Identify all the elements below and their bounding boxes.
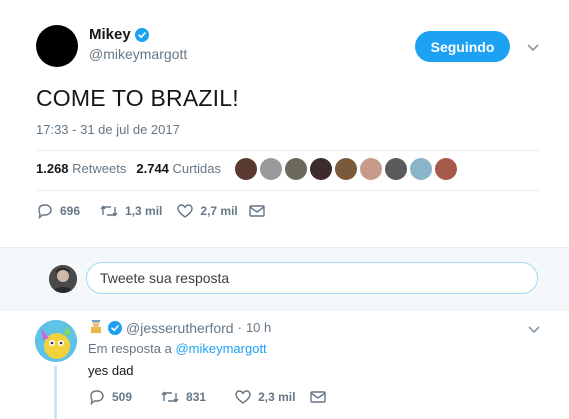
reply-time[interactable]: 10 h <box>246 320 271 335</box>
reply-author-avatar[interactable] <box>35 320 77 362</box>
reply-header: @jesserutherford · 10 h <box>88 318 271 337</box>
reply-count: 696 <box>60 204 81 218</box>
retweet-action[interactable]: 1,3 mil <box>99 203 162 219</box>
retweet-action[interactable]: 831 <box>160 389 206 405</box>
liker-avatar[interactable] <box>260 158 282 180</box>
in-reply-prefix: Em resposta a <box>88 341 172 356</box>
likes-stat[interactable]: 2.744 Curtidas <box>136 161 221 176</box>
like-icon <box>235 390 251 404</box>
liker-avatar[interactable] <box>335 158 357 180</box>
reply-actions: 509 831 2,3 mil <box>88 389 327 405</box>
author-name[interactable]: Mikey <box>89 26 131 43</box>
reply-author-handle[interactable]: @jesserutherford <box>126 320 234 336</box>
tweet-text: COME TO BRAZIL! <box>36 85 239 111</box>
message-icon <box>249 205 265 217</box>
following-button[interactable]: Seguindo <box>415 31 510 62</box>
direct-message-action[interactable] <box>309 390 327 404</box>
tweet-stats: 1.268 Retweets 2.744 Curtidas <box>36 161 221 176</box>
liker-avatar[interactable] <box>410 158 432 180</box>
retweet-icon <box>161 391 179 403</box>
like-icon <box>177 204 194 218</box>
verified-badge-icon <box>134 27 149 42</box>
liker-avatar[interactable] <box>285 158 307 180</box>
liker-avatar[interactable] <box>310 158 332 180</box>
like-count: 2,7 mil <box>200 204 238 218</box>
in-reply-to-link[interactable]: @mikeymargott <box>175 341 266 356</box>
liker-avatar[interactable] <box>235 158 257 180</box>
likes-count: 2.744 <box>136 161 169 176</box>
reply-icon <box>38 204 52 219</box>
divider <box>36 190 540 191</box>
in-reply-to: Em resposta a @mikeymargott <box>88 341 267 356</box>
reply-count: 509 <box>112 390 133 404</box>
author-name-row[interactable]: Mikey <box>89 26 149 43</box>
retweets-count: 1.268 <box>36 161 69 176</box>
reply-action[interactable]: 696 <box>36 203 80 219</box>
liker-avatars <box>235 158 457 180</box>
tweet-timestamp[interactable]: 17:33 - 31 de jul de 2017 <box>36 122 180 137</box>
reply-icon <box>90 390 104 405</box>
reply-input[interactable] <box>86 262 538 294</box>
message-icon <box>310 391 327 403</box>
thread-line <box>54 366 57 419</box>
verified-badge-icon <box>108 320 122 335</box>
tweet-actions: 696 1,3 mil 2,7 mil <box>36 203 266 219</box>
retweet-count: 831 <box>186 390 207 404</box>
reply-composer <box>0 247 569 310</box>
author-handle[interactable]: @mikeymargott <box>89 46 187 62</box>
liker-avatar[interactable] <box>360 158 382 180</box>
author-avatar[interactable] <box>36 25 78 67</box>
retweet-count: 1,3 mil <box>125 204 163 218</box>
tweet-card: Mikey @mikeymargott Seguindo COME TO BRA… <box>0 0 569 247</box>
like-action[interactable]: 2,3 mil <box>234 389 295 405</box>
retweets-stat[interactable]: 1.268 Retweets <box>36 161 126 176</box>
reply-action[interactable]: 509 <box>88 389 132 405</box>
reply-text: yes dad <box>88 363 134 378</box>
likes-label: Curtidas <box>172 161 221 176</box>
like-action[interactable]: 2,7 mil <box>176 203 238 219</box>
chevron-down-icon[interactable] <box>526 40 540 58</box>
direct-message-action[interactable] <box>248 204 266 218</box>
reply-separator: · <box>237 320 242 335</box>
current-user-avatar[interactable] <box>49 265 77 293</box>
chevron-down-icon[interactable] <box>527 322 541 340</box>
retweets-label: Retweets <box>72 161 127 176</box>
divider <box>36 150 540 151</box>
like-count: 2,3 mil <box>258 390 296 404</box>
reply-author-icon <box>88 318 104 337</box>
liker-avatar[interactable] <box>385 158 407 180</box>
liker-avatar[interactable] <box>435 158 457 180</box>
retweet-icon <box>100 205 118 217</box>
